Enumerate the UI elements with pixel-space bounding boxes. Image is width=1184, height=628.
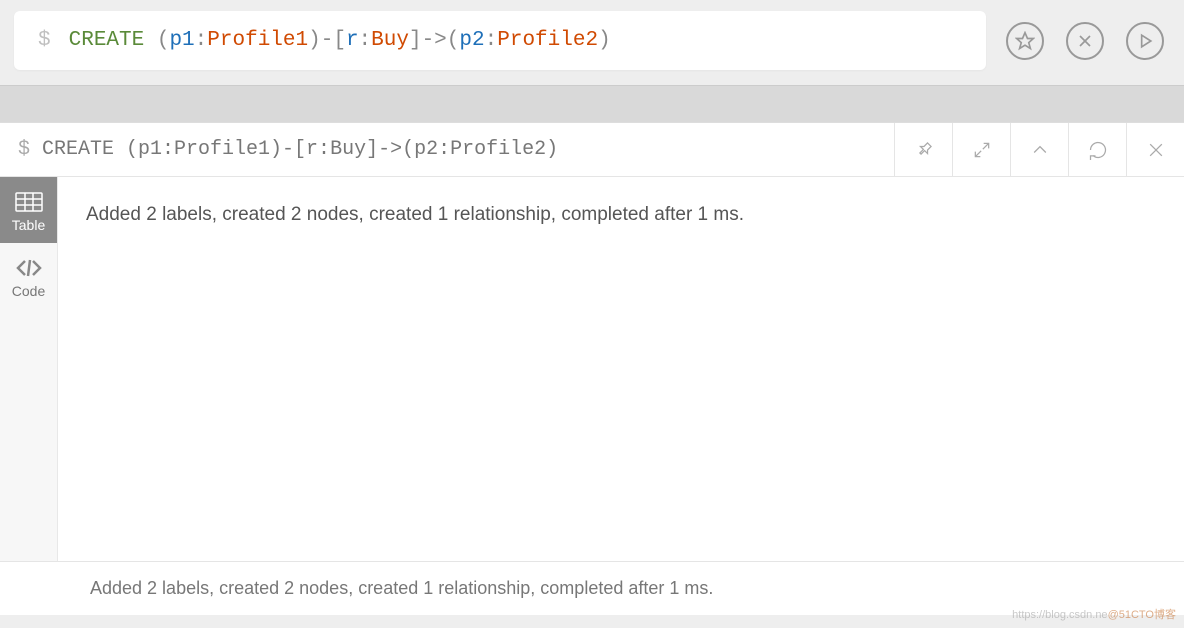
separator-gap xyxy=(0,85,1184,122)
tab-table[interactable]: Table xyxy=(0,177,57,243)
query-action-buttons xyxy=(1006,22,1170,60)
tab-table-label: Table xyxy=(12,217,45,233)
tab-code[interactable]: Code xyxy=(0,243,57,309)
chevron-up-icon xyxy=(1030,140,1050,160)
close-icon xyxy=(1146,140,1166,160)
rerun-button[interactable] xyxy=(1068,123,1126,176)
tab-code-label: Code xyxy=(12,283,45,299)
prompt-symbol: $ xyxy=(38,29,51,52)
expand-button[interactable] xyxy=(952,123,1010,176)
result-action-buttons xyxy=(894,123,1184,176)
code-icon xyxy=(15,257,43,279)
result-prompt-symbol: $ xyxy=(18,138,30,161)
result-footer: Added 2 labels, created 2 nodes, created… xyxy=(0,561,1184,615)
pin-button[interactable] xyxy=(894,123,952,176)
x-icon xyxy=(1075,31,1095,51)
watermark: https://blog.csdn.ne@51CTO博客 xyxy=(1012,606,1176,622)
view-tabs: Table Code xyxy=(0,177,58,561)
favorite-button[interactable] xyxy=(1006,22,1044,60)
expand-icon xyxy=(972,140,992,160)
close-result-button[interactable] xyxy=(1126,123,1184,176)
clear-button[interactable] xyxy=(1066,22,1104,60)
result-panel: $ CREATE (p1:Profile1)-[r:Buy]->(p2:Prof… xyxy=(0,122,1184,615)
collapse-button[interactable] xyxy=(1010,123,1068,176)
result-message: Added 2 labels, created 2 nodes, created… xyxy=(58,177,1184,561)
result-header: $ CREATE (p1:Profile1)-[r:Buy]->(p2:Prof… xyxy=(0,123,1184,177)
run-button[interactable] xyxy=(1126,22,1164,60)
cypher-query: CREATE (p1:Profile1)-[r:Buy]->(p2:Profil… xyxy=(69,29,611,52)
table-icon xyxy=(15,191,43,213)
query-editor-bar: $ CREATE (p1:Profile1)-[r:Buy]->(p2:Prof… xyxy=(0,0,1184,85)
query-input[interactable]: $ CREATE (p1:Profile1)-[r:Buy]->(p2:Prof… xyxy=(14,11,986,70)
refresh-icon xyxy=(1088,140,1108,160)
play-icon xyxy=(1135,31,1155,51)
result-query-echo[interactable]: $ CREATE (p1:Profile1)-[r:Buy]->(p2:Prof… xyxy=(0,123,894,176)
star-icon xyxy=(1015,31,1035,51)
result-body: Table Code Added 2 labels, created 2 nod… xyxy=(0,177,1184,561)
result-query-text: CREATE (p1:Profile1)-[r:Buy]->(p2:Profil… xyxy=(42,138,558,161)
pin-icon xyxy=(914,140,934,160)
